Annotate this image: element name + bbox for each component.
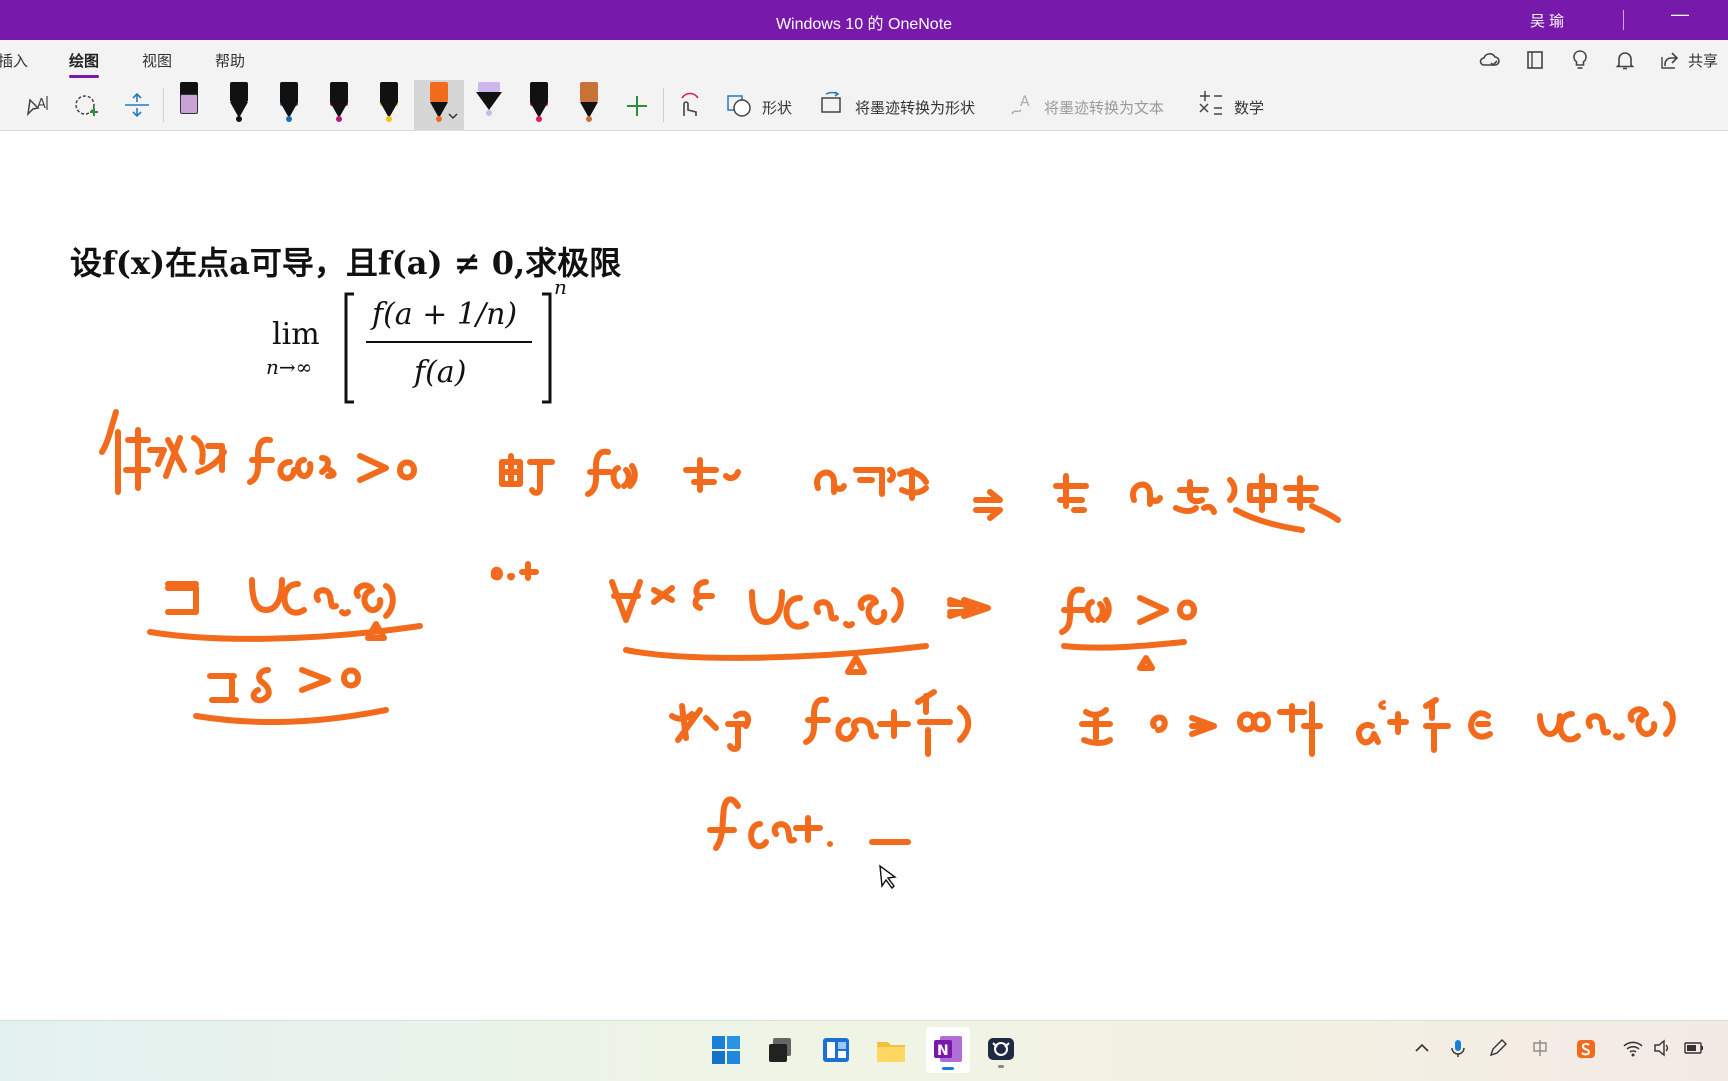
svg-text:N: N <box>937 1043 949 1059</box>
snipping-tool-icon[interactable] <box>981 1030 1021 1070</box>
volume-icon[interactable] <box>1652 1038 1672 1063</box>
taskbar <box>0 1020 1728 1081</box>
battery-icon[interactable] <box>1682 1038 1706 1063</box>
widgets-icon[interactable] <box>816 1030 856 1070</box>
mouse-cursor-icon <box>879 864 897 890</box>
chevron-up-icon[interactable] <box>1412 1038 1432 1063</box>
wifi-icon[interactable] <box>1622 1038 1644 1063</box>
input-method-icon[interactable] <box>1530 1038 1550 1063</box>
task-view-icon[interactable] <box>761 1030 801 1070</box>
microphone-icon[interactable] <box>1448 1038 1468 1063</box>
ink-strokes <box>99 409 1676 890</box>
sogou-ime-icon[interactable] <box>1575 1038 1597 1065</box>
windows-start-icon[interactable] <box>706 1030 746 1070</box>
file-explorer-icon[interactable] <box>871 1030 911 1070</box>
onenote-app-icon[interactable]: N <box>926 1027 970 1073</box>
pen-menu-icon[interactable] <box>1488 1038 1508 1063</box>
